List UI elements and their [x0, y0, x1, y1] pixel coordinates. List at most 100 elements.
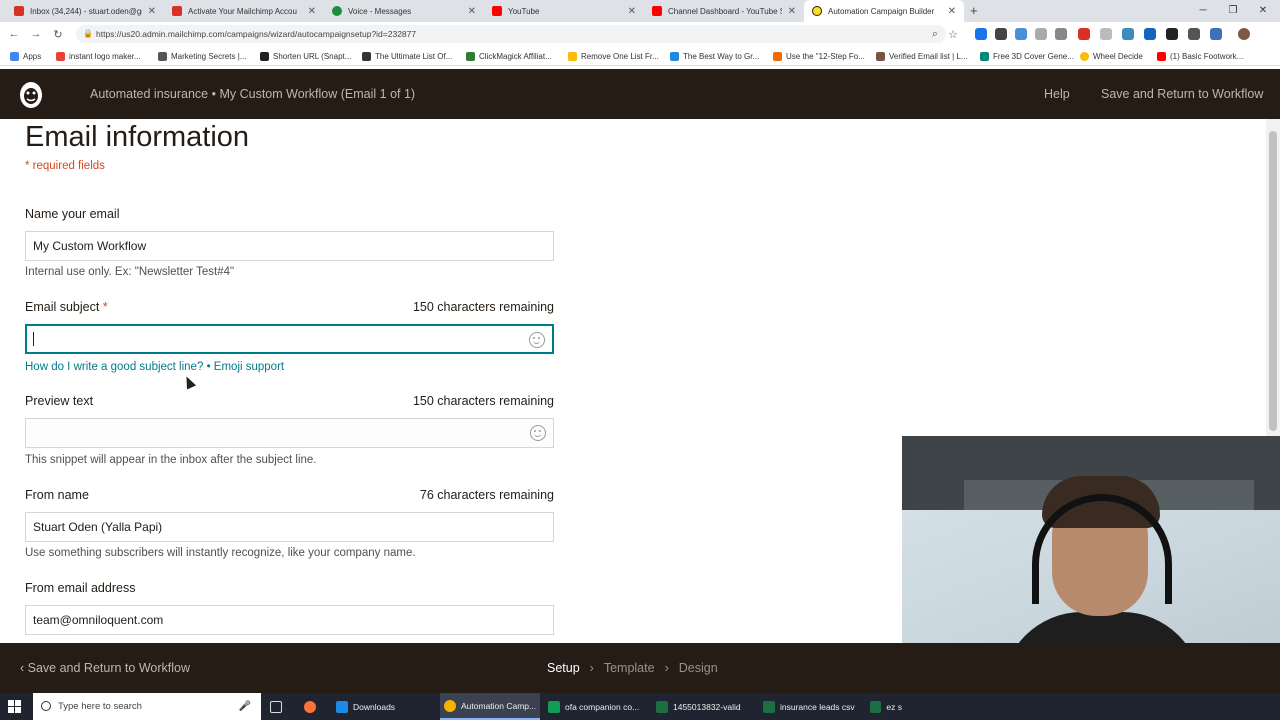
bookmark-label: Verified Email list | L...	[889, 51, 968, 61]
tab-title: Voice - Messages	[348, 6, 412, 16]
bookmark-item[interactable]: Free 3D Cover Gene...	[980, 49, 1074, 63]
back-icon[interactable]: ←	[3, 28, 25, 40]
close-icon[interactable]: ✕	[308, 6, 316, 17]
address-bar[interactable]: 🔒 https://us20.admin.mailchimp.com/campa…	[76, 25, 946, 43]
apps-grid-icon	[10, 51, 19, 61]
bookmark-item[interactable]: Remove One List Fr...	[568, 49, 659, 63]
close-icon[interactable]: ✕	[628, 6, 636, 17]
bookmark-item[interactable]: The Ultimate List Of...	[362, 49, 452, 63]
extension-icon[interactable]	[1210, 28, 1222, 40]
step-template[interactable]: Template	[604, 643, 655, 693]
from-name-input[interactable]: Stuart Oden (Yalla Papi)	[25, 512, 554, 542]
taskbar-item-ez[interactable]: ez s	[870, 693, 902, 720]
excel-icon	[656, 700, 668, 713]
bookmark-apps[interactable]: Apps	[10, 49, 41, 63]
new-tab-icon[interactable]: +	[970, 0, 978, 22]
windows-taskbar: Type here to search 🎤 Downloads Automati…	[0, 693, 1280, 720]
bookmark-item[interactable]: Wheel Decide	[1080, 49, 1143, 63]
emoji-picker-icon[interactable]	[529, 332, 545, 348]
good-subject-line-link[interactable]: How do I write a good subject line?	[25, 361, 203, 373]
profile-avatar-icon[interactable]	[1238, 28, 1250, 40]
bookmark-item[interactable]: Use the "12-Step Fo...	[773, 49, 865, 63]
email-subject-input[interactable]	[25, 324, 554, 354]
emoji-support-link[interactable]: Emoji support	[214, 361, 284, 373]
extension-icon[interactable]	[1166, 28, 1178, 40]
bookmark-item[interactable]: Verified Email list | L...	[876, 49, 968, 63]
windows-start-icon[interactable]	[8, 700, 21, 713]
site-icon	[980, 51, 989, 61]
extension-icon[interactable]	[1055, 28, 1067, 40]
email-subject-label: Email subject *	[25, 300, 108, 314]
preview-text-input[interactable]	[25, 418, 554, 448]
taskbar-item-chrome[interactable]: Automation Camp...	[440, 693, 540, 720]
bookmark-item[interactable]: The Best Way to Gr...	[670, 49, 759, 63]
taskbar-label: ofa companion co...	[565, 701, 640, 712]
bookmark-label: Free 3D Cover Gene...	[993, 51, 1074, 61]
help-link[interactable]: Help	[1044, 69, 1070, 119]
bookmark-item[interactable]: (1) Basic Footwork...	[1157, 49, 1243, 63]
restore-icon[interactable]: ❐	[1218, 0, 1248, 22]
bookmark-label: Shorten URL (Snapt...	[273, 51, 352, 61]
task-view-icon[interactable]	[270, 693, 287, 720]
taskbar-item-downloads[interactable]: Downloads	[336, 693, 434, 720]
excel-icon	[763, 700, 775, 713]
gmail-icon	[14, 6, 24, 16]
mailchimp-logo-icon[interactable]	[16, 78, 46, 110]
microphone-icon[interactable]: 🎤	[239, 693, 251, 720]
extension-icon[interactable]	[995, 28, 1007, 40]
back-label: Save and Return to Workflow	[27, 661, 190, 675]
bookmark-star-icon[interactable]: ☆	[942, 28, 964, 41]
extension-icon[interactable]	[1122, 28, 1134, 40]
emoji-picker-icon[interactable]	[530, 425, 546, 441]
step-design[interactable]: Design	[679, 643, 718, 693]
browser-tab-gmail-inbox[interactable]: Inbox (34,244) - stuart.oden@gm ✕	[6, 0, 164, 22]
scrollbar-thumb[interactable]	[1269, 131, 1277, 431]
forward-icon[interactable]: →	[25, 28, 47, 40]
preview-chars-remaining: 150 characters remaining	[412, 394, 554, 408]
save-return-header-button[interactable]: Save and Return to Workflow	[1101, 69, 1263, 119]
browser-tab-channel-dashboard[interactable]: Channel Dashboard - YouTube S ✕	[644, 0, 804, 22]
extension-icon[interactable]	[1015, 28, 1027, 40]
bookmark-item[interactable]: ClickMagick Affiliat...	[466, 49, 552, 63]
taskbar-item-insurance-leads[interactable]: insurance leads csv	[763, 693, 863, 720]
taskbar-item-csv-valid[interactable]: 1455013832-valid	[656, 693, 756, 720]
extension-icon[interactable]	[1035, 28, 1047, 40]
minimize-icon[interactable]: ─	[1188, 0, 1218, 22]
window-close-icon[interactable]: ✕	[1248, 0, 1278, 22]
taskbar-label: ez s	[886, 701, 902, 712]
email-name-input[interactable]: My Custom Workflow	[25, 231, 554, 261]
taskbar-search-box[interactable]: Type here to search 🎤	[33, 693, 261, 720]
extension-icon[interactable]	[1144, 28, 1156, 40]
browser-tab-automation-builder[interactable]: Automation Campaign Builder ✕	[804, 0, 964, 22]
subject-help-links: How do I write a good subject line? • Em…	[25, 361, 284, 373]
close-icon[interactable]: ✕	[468, 6, 476, 17]
close-icon[interactable]: ✕	[948, 6, 956, 17]
extension-icon[interactable]	[1100, 28, 1112, 40]
taskbar-item-ofa[interactable]: ofa companion co...	[548, 693, 648, 720]
bookmark-item[interactable]: instant logo maker...	[56, 49, 141, 63]
from-email-input[interactable]: team@omniloquent.com	[25, 605, 554, 635]
youtube-icon	[652, 6, 662, 16]
reload-icon[interactable]: ↻	[47, 28, 69, 41]
browser-tab-youtube[interactable]: YouTube ✕	[484, 0, 644, 22]
firefox-icon[interactable]	[304, 693, 321, 720]
close-icon[interactable]: ✕	[148, 6, 156, 17]
browser-tab-activate-mailchimp[interactable]: Activate Your Mailchimp Accou ✕	[164, 0, 324, 22]
extension-icon[interactable]	[1188, 28, 1200, 40]
task-view-glyph	[270, 700, 282, 713]
preview-text-label: Preview text	[25, 394, 94, 408]
save-return-footer-button[interactable]: ‹ Save and Return to Workflow	[20, 643, 190, 693]
bookmark-item[interactable]: Marketing Secrets |...	[158, 49, 246, 63]
extension-icon[interactable]	[1078, 28, 1090, 40]
step-setup[interactable]: Setup	[547, 643, 580, 693]
from-name-hint: Use something subscribers will instantly…	[25, 547, 416, 559]
link-separator: •	[206, 361, 211, 373]
browser-tab-voice[interactable]: Voice - Messages ✕	[324, 0, 484, 22]
subject-label-text: Email subject	[25, 300, 100, 314]
firefox-glyph	[304, 700, 316, 713]
site-icon	[670, 51, 679, 61]
extension-icon[interactable]	[975, 28, 987, 40]
bookmark-item[interactable]: Shorten URL (Snapt...	[260, 49, 351, 63]
close-icon[interactable]: ✕	[788, 6, 796, 17]
chrome-icon	[444, 699, 456, 712]
